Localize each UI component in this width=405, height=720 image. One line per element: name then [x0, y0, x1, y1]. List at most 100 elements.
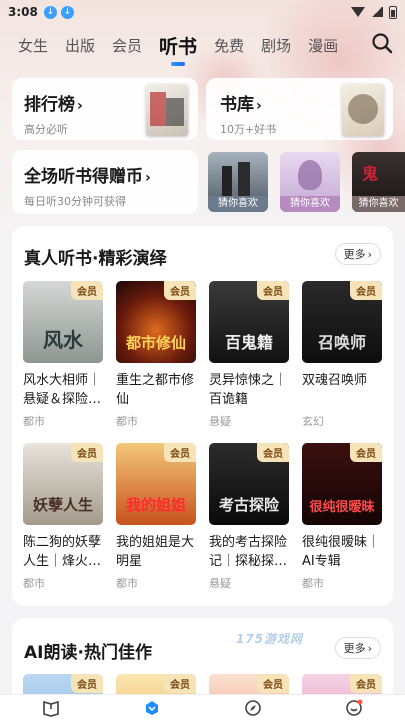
book-item[interactable]: 会员 考古探险 我的考古探险记｜探秘探… 悬疑: [209, 443, 289, 591]
pick-tag-1: 猜你喜欢: [208, 196, 268, 212]
book-cover: 会员 很纯很暧昧: [302, 443, 382, 525]
book-cover: 会员 百鬼籍: [209, 281, 289, 363]
vip-badge: 会员: [71, 443, 103, 462]
book-title: 重生之都市修仙: [116, 373, 195, 407]
cover-title: 考古探险: [218, 496, 279, 514]
cover-title: 风水: [43, 328, 83, 352]
profile-icon[interactable]: [345, 699, 363, 717]
book-category: 悬疑: [209, 415, 231, 428]
discover-icon[interactable]: [244, 699, 262, 717]
book-title: 很纯很暧昧｜AI专辑: [302, 535, 381, 569]
vip-badge: 会员: [164, 674, 196, 693]
search-icon[interactable]: [371, 32, 393, 54]
library-card[interactable]: 书库 › 10万+好书: [206, 78, 393, 140]
vip-badge: 会员: [350, 674, 382, 693]
book-item[interactable]: 会员 百鬼籍 灵异惊悚之｜百诡籍 悬疑: [209, 281, 289, 429]
book-category: 都市: [23, 415, 45, 428]
book-cover: 会员 妖孽人生: [23, 443, 103, 525]
book-category: 悬疑: [209, 577, 231, 590]
cover-title: 都市修仙: [125, 334, 186, 352]
cover-title: 召唤师: [317, 333, 366, 352]
tab-free[interactable]: 免费: [214, 35, 244, 56]
watermark: 175游戏网: [236, 632, 304, 646]
cover-title: 百鬼籍: [224, 333, 273, 352]
section-title: AI朗读·热门佳作: [24, 643, 152, 663]
library-cover: [342, 84, 384, 136]
book-category: 玄幻: [302, 415, 324, 428]
vip-badge: 会员: [257, 674, 289, 693]
chevron-right-icon: ›: [367, 247, 372, 261]
more-button[interactable]: 更多 ›: [334, 243, 381, 265]
vip-badge: 会员: [257, 281, 289, 300]
cover-title: 很纯很暧昧: [309, 500, 375, 515]
ranking-title: 排行榜 ›: [24, 95, 83, 115]
signal-icon: [371, 7, 383, 17]
pick-tag-2: 猜你喜欢: [280, 196, 340, 212]
ranking-card[interactable]: 排行榜 › 高分必听: [12, 78, 198, 140]
book-title: 陈二狗的妖孽人生｜烽火…: [23, 535, 102, 569]
tab-female[interactable]: 女生: [18, 35, 48, 56]
chevron-right-icon: ›: [367, 641, 372, 655]
book-item[interactable]: 会员 很纯很暧昧 很纯很暧昧｜AI专辑 都市: [302, 443, 382, 591]
vip-badge: 会员: [71, 674, 103, 693]
book-cover: 会员 都市修仙: [116, 281, 196, 363]
library-title: 书库 ›: [220, 95, 262, 115]
book-cover: 会员 风水: [23, 281, 103, 363]
status-bar: 3:08 ↓ ↓: [0, 0, 405, 24]
cover-title: 妖孽人生: [32, 496, 93, 514]
more-label: 更多: [343, 642, 366, 655]
vip-badge: 会员: [71, 281, 103, 300]
book-category: 都市: [116, 415, 138, 428]
book-title: 双魂召唤师: [302, 373, 368, 388]
book-title: 我的姐姐是大明星: [116, 535, 195, 569]
tab-comics[interactable]: 漫画: [308, 35, 338, 56]
real-voice-section: 真人听书·精彩演绎 更多 › 会员 风水 风水大相师｜悬疑＆探险… 都市 会员 …: [12, 226, 393, 606]
library-subtitle: 10万+好书: [220, 123, 277, 136]
bookstore-icon[interactable]: [143, 699, 161, 717]
book-item[interactable]: 会员 我的姐姐 我的姐姐是大明星 都市: [116, 443, 196, 591]
vip-badge: 会员: [164, 281, 196, 300]
vip-badge: 会员: [257, 443, 289, 462]
chevron-right-icon: ›: [77, 98, 83, 114]
book-item[interactable]: 会员 都市修仙 重生之都市修仙 都市: [116, 281, 196, 429]
tab-audiobook[interactable]: 听书: [159, 32, 197, 59]
book-title: 风水大相师｜悬疑＆探险…: [23, 373, 102, 407]
channel-tabs: 女生 出版 会员 听书 免费 剧场 漫画: [0, 26, 405, 64]
cover-title: 我的姐姐: [125, 496, 186, 514]
book-item[interactable]: 会员 妖孽人生 陈二狗的妖孽人生｜烽火… 都市: [23, 443, 103, 591]
chevron-right-icon: ›: [145, 170, 151, 186]
ranking-subtitle: 高分必听: [24, 123, 68, 136]
vip-badge: 会员: [350, 281, 382, 300]
battery-icon: [389, 5, 397, 19]
coins-subtitle: 每日听30分钟可获得: [24, 195, 126, 208]
vip-badge: 会员: [164, 443, 196, 462]
coins-card[interactable]: 全场听书得赠币 › 每日听30分钟可获得: [12, 150, 198, 214]
download-icon: ↓: [43, 5, 57, 19]
pick-tag-3: 猜你喜欢: [352, 196, 405, 212]
book-item[interactable]: 会员 召唤师 双魂召唤师 玄幻: [302, 281, 382, 429]
book-cover: 会员 我的姐姐: [116, 443, 196, 525]
download-icon: ↓: [60, 5, 74, 19]
book-item[interactable]: 会员 风水 风水大相师｜悬疑＆探险… 都市: [23, 281, 103, 429]
chevron-right-icon: ›: [256, 98, 262, 114]
vip-badge: 会员: [350, 443, 382, 462]
book-category: 都市: [23, 577, 45, 590]
status-time: 3:08: [8, 5, 38, 19]
book-cover: 会员 考古探险: [209, 443, 289, 525]
more-button[interactable]: 更多 ›: [334, 637, 381, 659]
wifi-icon: [351, 7, 365, 17]
book-cover: 会员 召唤师: [302, 281, 382, 363]
ranking-cover: [146, 84, 188, 136]
more-label: 更多: [343, 248, 366, 261]
book-category: 都市: [116, 577, 138, 590]
bookshelf-icon[interactable]: [42, 699, 60, 717]
book-title: 我的考古探险记｜探秘探…: [209, 535, 288, 569]
book-category: 都市: [302, 577, 324, 590]
bottom-nav: [0, 694, 405, 720]
coins-title: 全场听书得赠币 ›: [24, 167, 151, 187]
book-title: 灵异惊悚之｜百诡籍: [209, 373, 288, 407]
tab-publishing[interactable]: 出版: [65, 35, 95, 56]
tab-theater[interactable]: 剧场: [261, 35, 291, 56]
section-title: 真人听书·精彩演绎: [24, 249, 167, 269]
tab-vip[interactable]: 会员: [112, 35, 142, 56]
